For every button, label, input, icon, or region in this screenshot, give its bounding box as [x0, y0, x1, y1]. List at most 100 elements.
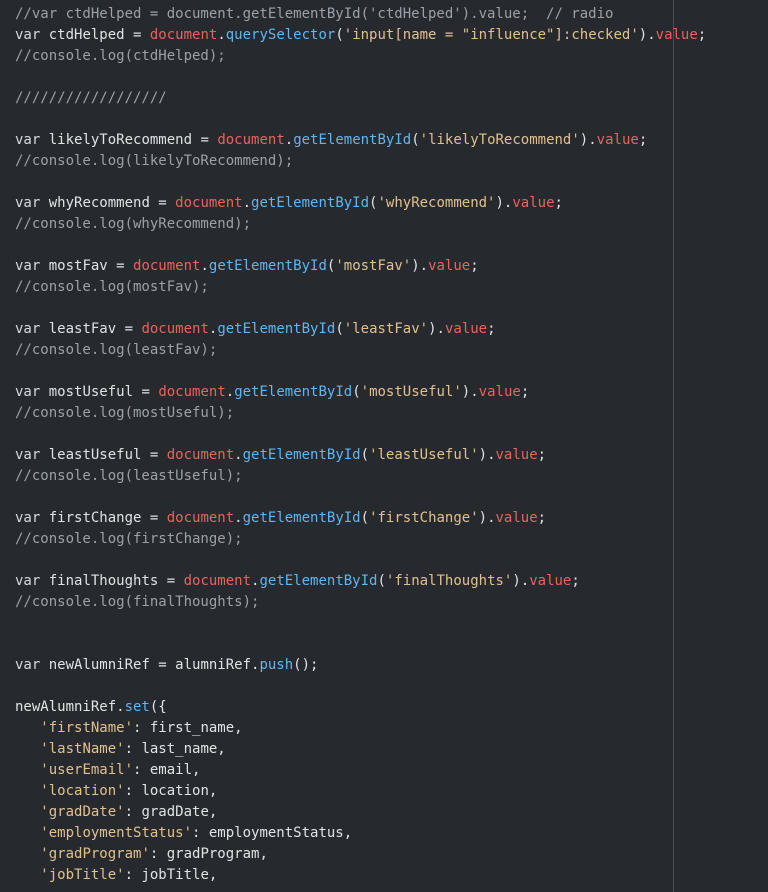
code-token: //console.log(leastFav);	[15, 342, 218, 358]
code-line[interactable]	[15, 172, 768, 193]
code-line[interactable]: //////////////////	[15, 88, 768, 109]
code-token: newAlumniRef.	[15, 699, 125, 715]
code-token: (	[411, 132, 420, 148]
code-token: mostUseful =	[40, 384, 159, 400]
code-token: likelyToRecommend =	[40, 132, 218, 148]
code-token: value	[478, 384, 521, 400]
code-line[interactable]: //console.log(likelyToRecommend);	[15, 151, 768, 172]
code-token: document	[133, 258, 201, 274]
code-line[interactable]: //console.log(leastUseful);	[15, 466, 768, 487]
code-line[interactable]: newAlumniRef.set({	[15, 697, 768, 718]
code-line[interactable]: var likelyToRecommend = document.getElem…	[15, 130, 768, 151]
code-token: (	[377, 573, 386, 589]
code-line[interactable]: var mostUseful = document.getElementById…	[15, 382, 768, 403]
code-token: 'location'	[40, 783, 125, 799]
code-token: document	[166, 510, 235, 526]
code-line[interactable]	[15, 235, 768, 256]
code-token: leastUseful =	[40, 447, 167, 463]
code-line[interactable]: var finalThoughts = document.getElementB…	[15, 571, 768, 592]
code-token: 'firstChange'	[369, 510, 479, 526]
code-token: value	[495, 447, 538, 463]
code-token: document	[158, 384, 226, 400]
code-token: ;	[537, 510, 547, 526]
code-token: //console.log(firstChange);	[15, 531, 243, 547]
code-line[interactable]	[15, 298, 768, 319]
code-token: 'firstName'	[40, 720, 134, 736]
code-token: getElementById	[217, 321, 336, 337]
code-line[interactable]: 'gradDate': gradDate,	[15, 802, 768, 823]
code-token: ;	[638, 132, 648, 148]
code-line[interactable]: //console.log(firstChange);	[15, 529, 768, 550]
code-token: 'jobTitle'	[40, 867, 125, 883]
code-line[interactable]: //console.log(finalThoughts);	[15, 592, 768, 613]
code-token: ).	[411, 258, 429, 274]
code-token: //console.log(ctdHelped);	[15, 48, 226, 64]
code-line[interactable]: 'gradProgram': gradProgram,	[15, 844, 768, 865]
code-line[interactable]: 'lastName': last_name,	[15, 739, 768, 760]
code-token: (	[360, 510, 370, 526]
code-line[interactable]: var ctdHelped = document.querySelector('…	[15, 25, 768, 46]
code-token: getElementById	[234, 384, 353, 400]
code-token: ({	[149, 699, 167, 715]
code-token: : email,	[133, 762, 201, 778]
code-line[interactable]: var leastFav = document.getElementById('…	[15, 319, 768, 340]
code-line[interactable]	[15, 676, 768, 697]
code-token: 'leastFav'	[343, 321, 429, 337]
code-line[interactable]	[15, 361, 768, 382]
code-token: getElementById	[259, 573, 378, 589]
code-line[interactable]	[15, 109, 768, 130]
code-line[interactable]: var firstChange = document.getElementByI…	[15, 508, 768, 529]
code-token: .	[200, 258, 209, 274]
code-token: 'userEmail'	[40, 762, 134, 778]
code-line[interactable]: //console.log(leastFav);	[15, 340, 768, 361]
code-line[interactable]	[15, 67, 768, 88]
code-line[interactable]: 'userEmail': email,	[15, 760, 768, 781]
code-token: querySelector	[225, 27, 336, 43]
code-token: value	[512, 195, 555, 211]
code-token: var	[15, 510, 41, 526]
code-token: (	[352, 384, 361, 400]
code-line[interactable]: 'employmentStatus': employmentStatus,	[15, 823, 768, 844]
code-token: 'employmentStatus'	[40, 825, 193, 841]
code-token: var	[15, 132, 41, 148]
code-token: newAlumniRef = alumniRef.	[40, 657, 260, 673]
code-line[interactable]: 'firstName': first_name,	[15, 718, 768, 739]
code-line[interactable]: var whyRecommend = document.getElementBy…	[15, 193, 768, 214]
code-line[interactable]: //console.log(mostUseful);	[15, 403, 768, 424]
code-line[interactable]: //console.log(ctdHelped);	[15, 46, 768, 67]
code-token: ();	[293, 657, 319, 673]
code-line[interactable]: var newAlumniRef = alumniRef.push();	[15, 655, 768, 676]
code-token: 'lastName'	[40, 741, 125, 757]
code-token: value	[495, 510, 538, 526]
code-token: leastFav =	[40, 321, 142, 337]
code-line[interactable]: var mostFav = document.getElementById('m…	[15, 256, 768, 277]
code-editor[interactable]: //var ctdHelped = document.getElementByI…	[0, 0, 768, 892]
code-line[interactable]	[15, 550, 768, 571]
code-token: //console.log(leastUseful);	[15, 468, 243, 484]
code-token: 'mostFav'	[335, 258, 412, 274]
code-line[interactable]	[15, 634, 768, 655]
code-token: ;	[697, 27, 707, 43]
code-token: : gradProgram,	[149, 846, 268, 862]
code-token: ).	[512, 573, 530, 589]
code-token: value	[428, 258, 471, 274]
code-token: document	[149, 27, 218, 43]
code-token: 'whyRecommend'	[377, 195, 496, 211]
code-token: //console.log(whyRecommend);	[15, 216, 252, 232]
code-token: ).	[461, 384, 479, 400]
code-token: value	[444, 321, 488, 337]
code-token: (	[335, 27, 344, 43]
code-line[interactable]: //var ctdHelped = document.getElementByI…	[15, 4, 768, 25]
code-line[interactable]: //console.log(whyRecommend);	[15, 214, 768, 235]
code-line[interactable]: var leastUseful = document.getElementByI…	[15, 445, 768, 466]
code-line[interactable]: //console.log(mostFav);	[15, 277, 768, 298]
code-token: ;	[487, 321, 496, 337]
code-line[interactable]	[15, 487, 768, 508]
code-line[interactable]	[15, 424, 768, 445]
code-line[interactable]	[15, 613, 768, 634]
code-line[interactable]: 'jobTitle': jobTitle,	[15, 865, 768, 886]
code-line[interactable]: 'location': location,	[15, 781, 768, 802]
